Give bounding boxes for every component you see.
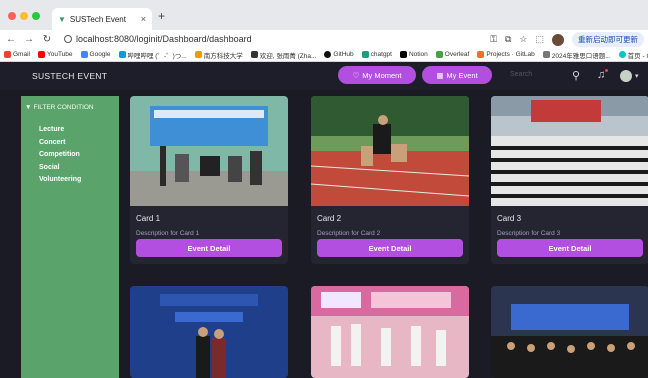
card-description: Description for Card 1 — [136, 230, 200, 237]
minimize-window-button[interactable] — [20, 12, 28, 20]
event-detail-button[interactable]: Event Detail — [497, 239, 643, 257]
bookmark-sustech[interactable]: 南方科技大学 — [194, 50, 243, 60]
my-event-button[interactable]: ▦ My Event — [422, 66, 492, 84]
favicon-icon: ▼ — [58, 14, 66, 24]
browser-tab[interactable]: ▼ SUSTech Event × — [52, 8, 152, 30]
close-window-button[interactable] — [8, 12, 16, 20]
bookmark-google[interactable]: Google — [80, 51, 111, 58]
update-button[interactable]: 重新启动即可更新 — [572, 32, 644, 47]
bookmark-welcome[interactable]: 欢迎, 张雨菁 (Zha... — [250, 50, 316, 60]
app-root: SUSTECH EVENT ♡ My Moment ▦ My Event Sea… — [0, 62, 648, 378]
heart-icon: ♡ — [352, 70, 360, 80]
calendar-icon: ▦ — [436, 70, 444, 80]
event-card: Card 3 Description for Card 3 Event Deta… — [491, 96, 648, 264]
card-title: Card 3 — [497, 214, 522, 223]
welcome-icon — [250, 51, 258, 58]
event-card — [311, 286, 469, 378]
bookmark-bilibili[interactable]: 哔哩哔哩 (゜-゜)つ... — [118, 50, 187, 60]
user-avatar[interactable] — [620, 70, 632, 82]
filter-title: ▼ FILTER CONDITION — [25, 104, 94, 111]
gmail-icon — [4, 51, 11, 58]
brand-logo[interactable]: SUSTECH EVENT — [32, 71, 107, 81]
event-card: Card 1 Description for Card 1 Event Deta… — [130, 96, 288, 264]
new-tab-icon[interactable]: + — [158, 9, 165, 23]
card-description: Description for Card 2 — [317, 230, 381, 237]
bookmark-ielts[interactable]: 2024年雅思口语题... — [542, 50, 611, 60]
gitlab-icon — [477, 51, 485, 58]
my-event-label: My Event — [446, 70, 478, 80]
bookmark-overleaf[interactable]: Overleaf — [435, 51, 469, 58]
card-title: Card 2 — [317, 214, 342, 223]
filter-item-lecture[interactable]: Lecture — [39, 126, 81, 139]
filter-sidebar: ▼ FILTER CONDITION Lecture Concert Compe… — [21, 96, 119, 378]
extensions-icon[interactable]: ⬚ — [535, 34, 544, 45]
search-icon[interactable]: ⚲ — [572, 69, 580, 82]
canva-icon — [618, 51, 626, 58]
filter-item-competition[interactable]: Competition — [39, 151, 81, 164]
overleaf-icon — [435, 51, 443, 58]
event-image[interactable] — [311, 286, 469, 378]
bookmark-gmail[interactable]: Gmail — [4, 51, 30, 58]
forward-icon[interactable]: → — [22, 34, 36, 45]
event-image[interactable] — [130, 286, 288, 378]
event-detail-button[interactable]: Event Detail — [136, 239, 282, 257]
filter-icon: ▼ — [25, 104, 32, 111]
app-header: SUSTECH EVENT ♡ My Moment ▦ My Event Sea… — [0, 62, 648, 90]
event-card — [130, 286, 288, 378]
document-icon — [542, 51, 550, 58]
notion-icon — [399, 51, 407, 58]
url-field[interactable]: localhost:8080/loginit/Dashboard/dashboa… — [64, 34, 252, 44]
youtube-icon — [37, 51, 45, 58]
event-image[interactable] — [491, 96, 648, 206]
browser-titlebar: ▼ SUSTech Event × + — [0, 0, 648, 30]
bookmark-gitlab[interactable]: Projects · GitLab — [477, 51, 535, 58]
filter-item-concert[interactable]: Concert — [39, 139, 81, 152]
search-input[interactable]: Search — [510, 71, 532, 78]
bell-icon[interactable]: ♫ — [597, 69, 605, 81]
notification-dot — [605, 69, 608, 72]
event-image[interactable] — [130, 96, 288, 206]
back-icon[interactable]: ← — [4, 34, 18, 45]
bookmarks-bar: Gmail YouTube Google 哔哩哔哩 (゜-゜)つ... 南方科技… — [0, 48, 648, 62]
tab-close-icon[interactable]: × — [141, 14, 146, 24]
bookmark-chatgpt[interactable]: chatgpt — [361, 51, 392, 58]
profile-avatar[interactable] — [552, 33, 564, 46]
my-moment-label: My Moment — [362, 70, 402, 80]
card-description: Description for Card 3 — [497, 230, 561, 237]
chatgpt-icon — [361, 51, 369, 58]
bookmark-notion[interactable]: Notion — [399, 51, 428, 58]
tab-title: SUSTech Event — [69, 14, 126, 24]
bookmark-canva[interactable]: 首页 - Canva可画 — [618, 50, 648, 60]
chevron-down-icon[interactable]: ▾ — [635, 72, 639, 80]
filter-item-volunteering[interactable]: Volunteering — [39, 176, 81, 189]
url-text: localhost:8080/loginit/Dashboard/dashboa… — [76, 34, 252, 44]
event-card: Card 2 Description for Card 2 Event Deta… — [311, 96, 469, 264]
reload-icon[interactable]: ↻ — [40, 34, 54, 45]
bilibili-icon — [118, 51, 126, 58]
event-image[interactable] — [491, 286, 648, 378]
translate-icon[interactable]: ⧉ — [505, 34, 511, 45]
github-icon — [324, 51, 332, 58]
filter-list: Lecture Concert Competition Social Volun… — [39, 126, 81, 189]
sustech-icon — [194, 51, 202, 58]
google-icon — [80, 51, 88, 58]
bookmark-star-icon[interactable]: ☆ — [519, 34, 527, 45]
my-moment-button[interactable]: ♡ My Moment — [338, 66, 416, 84]
key-icon[interactable]: ⚿ — [490, 34, 497, 45]
bookmark-github[interactable]: GitHub — [324, 51, 354, 58]
event-image[interactable] — [311, 96, 469, 206]
bookmark-youtube[interactable]: YouTube — [37, 51, 73, 58]
site-info-icon[interactable] — [64, 35, 72, 43]
maximize-window-button[interactable] — [32, 12, 40, 20]
event-card — [491, 286, 648, 378]
address-bar: ← → ↻ localhost:8080/loginit/Dashboard/d… — [0, 30, 648, 48]
filter-item-social[interactable]: Social — [39, 164, 81, 177]
card-title: Card 1 — [136, 214, 161, 223]
event-detail-button[interactable]: Event Detail — [317, 239, 463, 257]
